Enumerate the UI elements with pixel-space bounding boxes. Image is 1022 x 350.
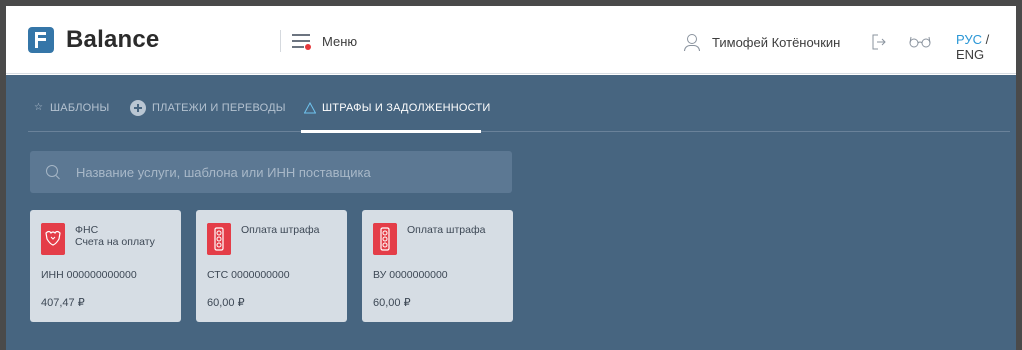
payment-card-fine-vu[interactable]: Оплата штрафа ВУ 0000000000 60,00 ₽: [362, 210, 513, 322]
menu-label: Меню: [322, 33, 358, 49]
card-identifier: СТС 0000000000: [207, 269, 290, 281]
lang-ru[interactable]: РУС: [956, 32, 982, 47]
tab-payments-transfers[interactable]: ПЛАТЕЖИ И ПЕРЕВОДЫ: [130, 99, 286, 117]
star-icon: ☆: [34, 102, 44, 113]
app-name: Balance: [66, 26, 160, 53]
card-amount: 60,00 ₽: [207, 297, 245, 309]
lang-separator: /: [982, 32, 990, 47]
tab-label: ШТРАФЫ И ЗАДОЛЖЕННОСТИ: [322, 102, 491, 114]
plus-circle-icon: [130, 100, 146, 116]
payment-card-fns[interactable]: ФНС Счета на оплату ИНН 000000000000 407…: [30, 210, 181, 322]
tab-label: ПЛАТЕЖИ И ПЕРЕВОДЫ: [152, 102, 286, 114]
user-profile[interactable]: Тимофей Котёночкин: [684, 32, 840, 52]
brand-logo-icon: [28, 27, 54, 53]
user-name: Тимофей Котёночкин: [712, 34, 841, 50]
card-title: ФНС: [75, 224, 99, 236]
header-divider: [280, 30, 281, 52]
active-tab-indicator: [301, 130, 481, 133]
user-icon: [684, 34, 700, 51]
card-title: Оплата штрафа: [407, 224, 486, 236]
tabs-divider: [28, 131, 1010, 132]
card-title: Оплата штрафа: [241, 224, 320, 236]
card-amount: 60,00 ₽: [373, 297, 411, 309]
menu-button[interactable]: Меню: [292, 30, 357, 52]
lang-en[interactable]: ENG: [956, 47, 984, 62]
warning-icon: [304, 102, 316, 114]
traffic-light-icon: [373, 223, 397, 255]
search-icon: [46, 165, 60, 179]
card-identifier: ИНН 000000000000: [41, 269, 137, 281]
search-box: [30, 151, 512, 193]
traffic-light-icon: [207, 223, 231, 255]
tab-templates[interactable]: ☆ ШАБЛОНЫ: [34, 99, 110, 117]
tab-fines-debts[interactable]: ШТРАФЫ И ЗАДОЛЖЕННОСТИ: [304, 99, 490, 117]
language-switcher: РУС / ENG: [956, 32, 1016, 62]
logout-icon[interactable]: [872, 34, 886, 50]
eagle-emblem-icon: [41, 223, 65, 255]
tabs-bar: ☆ ШАБЛОНЫ ПЛАТЕЖИ И ПЕРЕВОДЫ ШТРАФЫ И ЗА…: [6, 75, 1016, 135]
card-amount: 407,47 ₽: [41, 297, 85, 309]
search-input[interactable]: [76, 161, 496, 183]
top-header: Balance Меню Тимофей Котёночкин РУС / EN…: [6, 6, 1016, 74]
payment-card-fine-sts[interactable]: Оплата штрафа СТС 0000000000 60,00 ₽: [196, 210, 347, 322]
tab-label: ШАБЛОНЫ: [50, 102, 110, 114]
accessibility-glasses-icon[interactable]: [909, 36, 931, 48]
hamburger-icon: [292, 34, 311, 50]
card-subtitle: Счета на оплату: [75, 236, 155, 248]
card-identifier: ВУ 0000000000: [373, 269, 448, 281]
logo[interactable]: Balance: [28, 26, 159, 54]
main-panel: ☆ ШАБЛОНЫ ПЛАТЕЖИ И ПЕРЕВОДЫ ШТРАФЫ И ЗА…: [6, 75, 1016, 350]
